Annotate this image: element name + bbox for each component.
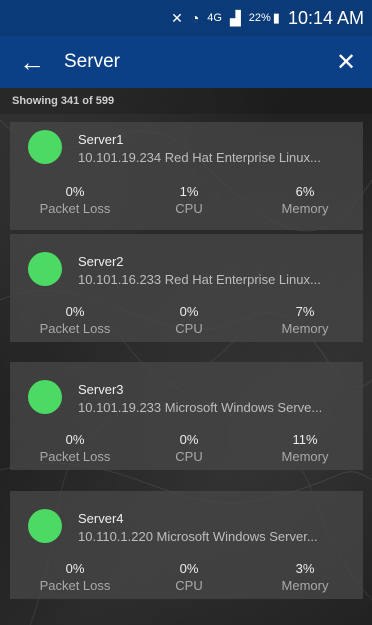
close-button[interactable]: ✕ [320, 36, 372, 88]
cpu-value: 0% [179, 304, 199, 319]
status-bar: ✕ ◔ 4G ▟ 22% ▮ 10:14 AM [0, 0, 372, 36]
app-bar: ← Server ✕ [0, 36, 372, 88]
packet-loss-value: 0% [65, 304, 85, 319]
server-card[interactable]: Server1 10.101.19.234 Red Hat Enterprise… [10, 122, 363, 230]
battery-indicator: 22% ▮ [249, 10, 280, 26]
result-count: Showing 341 of 599 [0, 88, 372, 114]
cpu-label: CPU [175, 449, 203, 464]
cpu-value: 0% [179, 561, 199, 576]
memory-value: 7% [295, 304, 315, 319]
cpu-stat: 0% CPU [134, 304, 244, 336]
cpu-stat: 0% CPU [134, 432, 244, 464]
packet-loss-stat: 0% Packet Loss [20, 561, 130, 593]
cpu-label: CPU [175, 201, 203, 216]
memory-label: Memory [281, 321, 329, 336]
memory-stat: 11% Memory [250, 432, 360, 464]
packet-loss-value: 0% [65, 432, 85, 447]
packet-loss-label: Packet Loss [39, 578, 111, 593]
memory-stat: 6% Memory [250, 184, 360, 216]
cpu-stat: 0% CPU [134, 561, 244, 593]
packet-loss-value: 0% [65, 184, 85, 199]
packet-loss-stat: 0% Packet Loss [20, 432, 130, 464]
back-button[interactable]: ← [0, 36, 64, 88]
memory-label: Memory [281, 449, 329, 464]
status-indicator [28, 509, 62, 543]
packet-loss-stat: 0% Packet Loss [20, 304, 130, 336]
clock: 10:14 AM [287, 7, 364, 28]
arrow-left-icon: ← [19, 46, 45, 77]
cpu-value: 0% [179, 432, 199, 447]
server-card[interactable]: Server3 10.101.19.233 Microsoft Windows … [10, 362, 363, 470]
packet-loss-label: Packet Loss [39, 449, 111, 464]
server-name: Server3 [78, 382, 124, 397]
memory-stat: 3% Memory [250, 561, 360, 593]
server-ip-os: 10.110.1.220 Microsoft Windows Server... [78, 529, 318, 544]
memory-label: Memory [281, 578, 329, 593]
signal-icon: ▟ [229, 9, 241, 26]
cpu-label: CPU [175, 578, 203, 593]
status-indicator [28, 130, 62, 164]
server-name: Server4 [78, 511, 124, 526]
memory-value: 3% [295, 561, 315, 576]
status-indicator [28, 380, 62, 414]
packet-loss-stat: 0% Packet Loss [20, 184, 130, 216]
page-title: Server [64, 51, 120, 72]
server-card[interactable]: Server4 10.110.1.220 Microsoft Windows S… [10, 491, 363, 599]
server-ip-os: 10.101.19.233 Microsoft Windows Serve... [78, 400, 323, 415]
battery-percent: 22% [248, 12, 271, 24]
packet-loss-value: 0% [65, 561, 85, 576]
memory-value: 11% [292, 432, 318, 447]
server-ip-os: 10.101.16.233 Red Hat Enterprise Linux..… [78, 272, 321, 287]
packet-loss-label: Packet Loss [39, 201, 111, 216]
status-icons: ✕ ◔ 4G ▟ 22% ▮ [171, 10, 280, 27]
cpu-label: CPU [175, 321, 203, 336]
server-card[interactable]: Server2 10.101.16.233 Red Hat Enterprise… [10, 234, 363, 342]
memory-value: 6% [295, 184, 315, 199]
server-ip-os: 10.101.19.234 Red Hat Enterprise Linux..… [78, 150, 321, 165]
server-name: Server2 [78, 254, 124, 269]
status-indicator [28, 252, 62, 286]
mute-icon: ✕ [171, 9, 183, 26]
4g-lte-icon: 4G [207, 12, 222, 24]
cpu-value: 1% [179, 184, 199, 199]
memory-stat: 7% Memory [250, 304, 360, 336]
packet-loss-label: Packet Loss [39, 321, 111, 336]
battery-icon: ▮ [272, 10, 280, 25]
memory-label: Memory [281, 201, 329, 216]
server-name: Server1 [78, 132, 124, 147]
wifi-icon: ◔ [190, 10, 200, 26]
cpu-stat: 1% CPU [134, 184, 244, 216]
close-icon: ✕ [335, 48, 357, 76]
